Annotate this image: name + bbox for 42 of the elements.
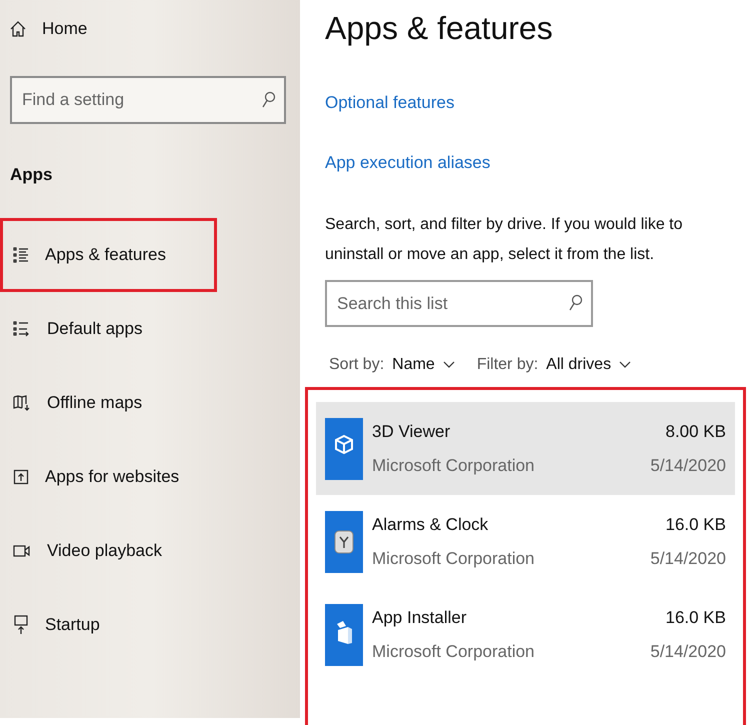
cube-app-icon (325, 418, 363, 480)
clock-app-icon (325, 510, 363, 572)
find-setting-field[interactable]: Find a setting (10, 76, 286, 124)
page-title: Apps & features (324, 9, 554, 48)
sidebar-item[interactable]: Offline maps (0, 366, 217, 440)
settings-link[interactable]: Optional features (325, 92, 746, 114)
filter-dropdown[interactable]: Filter by: All drives (476, 353, 632, 377)
sidebar-item[interactable]: Video playback (0, 514, 217, 588)
settings-link[interactable]: App execution aliases (325, 152, 746, 174)
box-app-icon (325, 604, 363, 666)
search-icon (262, 91, 276, 109)
sidebar-item[interactable]: Startup (0, 588, 217, 662)
app-name: App Installer (372, 607, 468, 629)
list-icon (13, 246, 29, 264)
app-name: 3D Viewer (372, 421, 452, 443)
chevron-down-icon (442, 361, 455, 369)
search-icon (569, 294, 583, 312)
description-text: Search, sort, and filter by drive. If you would like to uninstall or move an app, select it from the list. (324, 215, 684, 265)
app-date: 5/14/2020 (650, 548, 726, 570)
app-date: 5/14/2020 (650, 454, 726, 476)
chevron-down-icon (619, 361, 632, 369)
sidebar-item[interactable]: Default apps (0, 292, 217, 366)
app-publisher: Microsoft Corporation (372, 548, 536, 570)
app-publisher: Microsoft Corporation (372, 640, 536, 662)
section-heading: Apps (9, 164, 54, 186)
app-row[interactable]: 3D Viewer Microsoft Corporation 8.00 KB 5/14/2020 (316, 402, 735, 495)
app-size: 16.0 KB (666, 607, 726, 629)
sort-dropdown[interactable]: Sort by: Name (329, 353, 455, 377)
monitor-arrow-icon (13, 614, 29, 634)
home-link[interactable]: Home (42, 16, 88, 42)
sidebar-item[interactable]: Apps for websites (0, 440, 217, 514)
list-arrow-icon (13, 320, 31, 336)
app-size: 16.0 KB (666, 514, 726, 536)
app-name: Alarms & Clock (372, 514, 490, 536)
sidebar-item[interactable]: Apps & features (0, 218, 217, 292)
camera-icon (13, 544, 31, 558)
app-publisher: Microsoft Corporation (372, 454, 536, 476)
home-icon (10, 21, 26, 37)
map-icon (13, 394, 31, 412)
search-list-field[interactable]: Search this list (325, 280, 593, 327)
app-size: 8.00 KB (666, 421, 726, 443)
app-date: 5/14/2020 (650, 640, 726, 662)
